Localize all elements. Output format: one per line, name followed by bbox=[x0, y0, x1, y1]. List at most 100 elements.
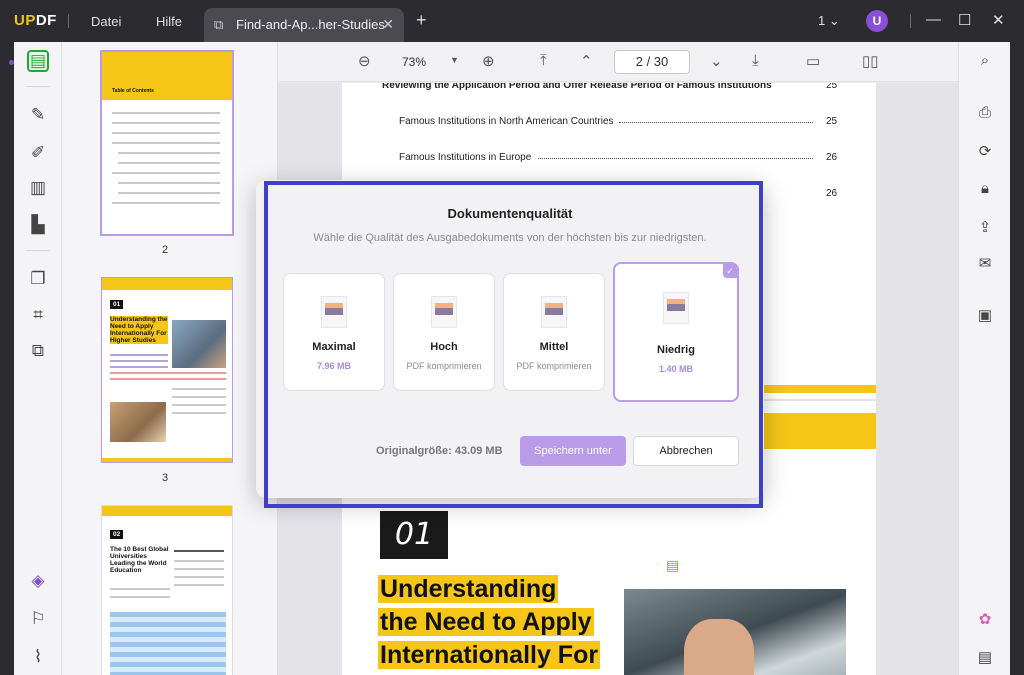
thumbnail-number: 2 bbox=[162, 244, 169, 256]
reader-icon[interactable]: ▤ bbox=[27, 50, 49, 72]
close-window-icon[interactable]: ✕ bbox=[992, 11, 1005, 29]
toc-entry[interactable]: Famous Institutions in North American Co… bbox=[399, 116, 614, 127]
thumb-line bbox=[172, 396, 226, 398]
left-tool-rail: ▤ ✎ ✐ ▥ ▙ ❐ ⌗ ⧉ ◈ ⚐ ⌇ bbox=[14, 42, 62, 675]
thumb-badge: 01 bbox=[110, 300, 124, 309]
attachment-icon[interactable]: ⌇ bbox=[27, 646, 49, 668]
thumb-line bbox=[112, 122, 220, 124]
thumb-line bbox=[174, 576, 224, 578]
next-page-icon[interactable]: ⌄ bbox=[710, 52, 723, 70]
tab-title: Find-and-Ap...her-Studies bbox=[236, 17, 385, 32]
close-tab-icon[interactable]: ✕ bbox=[382, 16, 394, 33]
thumb-line bbox=[110, 378, 226, 380]
thumb-line bbox=[118, 152, 220, 154]
minimize-icon[interactable]: — bbox=[926, 11, 941, 28]
add-tab-icon[interactable]: + bbox=[416, 10, 427, 31]
thumb-heading: The 10 Best Global Universities Leading … bbox=[110, 546, 169, 574]
maximize-icon[interactable]: ☐ bbox=[958, 11, 971, 29]
crop-icon[interactable]: ⌗ bbox=[27, 304, 49, 326]
thumb-line bbox=[112, 142, 220, 144]
hero-photo bbox=[624, 589, 846, 675]
divider bbox=[26, 86, 50, 87]
right-tool-rail: ⌕ ⎙ ⟳ 🔒︎ ⇪ ✉ ▣ ✿ ▤ bbox=[958, 42, 1010, 675]
zoom-dropdown-icon[interactable]: ▼ bbox=[450, 55, 459, 65]
thumb-line bbox=[112, 202, 220, 204]
thumb-photo bbox=[172, 320, 226, 368]
presentation-icon[interactable]: ▭ bbox=[806, 52, 820, 70]
toc-entry[interactable]: Famous Institutions in Europe bbox=[399, 152, 531, 163]
thumb-line bbox=[172, 404, 226, 406]
toc-page-number: 26 bbox=[826, 152, 838, 163]
comment-note-icon[interactable]: ▤ bbox=[666, 557, 679, 574]
thumb-line bbox=[172, 412, 226, 414]
form-icon[interactable]: ▥ bbox=[27, 177, 49, 199]
window-edge-left bbox=[0, 42, 14, 675]
toc-leader bbox=[538, 158, 813, 159]
zoom-in-icon[interactable]: ⊕ bbox=[482, 52, 495, 70]
ocr-icon[interactable]: ⎙ bbox=[976, 104, 994, 121]
thumbnail-number: 3 bbox=[162, 472, 169, 484]
protect-icon[interactable]: 🔒︎ bbox=[976, 180, 994, 197]
thumb-line bbox=[110, 366, 168, 368]
app-logo: UPDF bbox=[14, 12, 57, 29]
ai-assistant-icon[interactable]: ✿ bbox=[976, 610, 994, 628]
thumb-line bbox=[110, 360, 168, 362]
thumb-line bbox=[174, 560, 224, 562]
save-icon[interactable]: ▣ bbox=[976, 306, 994, 324]
thumb-line bbox=[110, 596, 170, 598]
email-icon[interactable]: ✉ bbox=[976, 254, 994, 272]
toc-leader bbox=[619, 122, 813, 123]
thumb-photo bbox=[110, 402, 166, 442]
document-tab[interactable]: ⧉ Find-and-Ap...her-Studies ✕ bbox=[204, 8, 404, 42]
zoom-level[interactable]: 73% bbox=[402, 55, 426, 69]
thumb-line bbox=[118, 182, 220, 184]
thumb-badge: 02 bbox=[110, 530, 124, 539]
highlight-frame bbox=[264, 181, 763, 508]
thumb-header bbox=[102, 506, 232, 516]
sign-icon[interactable]: ▙ bbox=[27, 214, 49, 236]
link-icon: ⧉ bbox=[214, 17, 224, 32]
thumb-line bbox=[118, 192, 220, 194]
first-page-icon[interactable]: ⤒ bbox=[540, 52, 547, 69]
avatar[interactable]: U bbox=[866, 10, 888, 32]
convert-icon[interactable]: ⟳ bbox=[976, 142, 994, 160]
menu-datei[interactable]: Datei bbox=[91, 14, 121, 29]
page-number-input[interactable]: 2 / 30 bbox=[614, 50, 690, 74]
toc-page-number: 26 bbox=[826, 188, 838, 199]
thumb-line bbox=[110, 588, 170, 590]
search-icon[interactable]: ⌕ bbox=[976, 52, 994, 69]
tools-icon[interactable]: ⧉ bbox=[27, 340, 49, 362]
thumb-line bbox=[112, 172, 220, 174]
thumb-line bbox=[112, 112, 220, 114]
thumbnail-page-3[interactable]: 01 Understanding the Need to Apply Inter… bbox=[102, 278, 232, 462]
bookmark-icon[interactable]: ⚐ bbox=[27, 608, 49, 630]
zoom-out-icon[interactable]: ⊖ bbox=[358, 52, 371, 70]
thumb-line bbox=[174, 550, 224, 552]
toc-entry[interactable]: Reviewing the Application Period and Off… bbox=[382, 83, 772, 91]
page-layout-icon[interactable]: ▯▯ bbox=[862, 52, 879, 70]
layers-icon[interactable]: ◈ bbox=[27, 570, 49, 592]
headline-line-1: Understanding bbox=[378, 575, 559, 603]
share-icon[interactable]: ⇪ bbox=[976, 218, 994, 236]
thumbnail-page-2[interactable]: Table of Contents bbox=[102, 52, 232, 234]
thumb-header bbox=[102, 278, 232, 290]
window-count[interactable]: 1 ⌄ bbox=[818, 13, 840, 29]
prev-page-icon[interactable]: ⌃ bbox=[580, 52, 593, 70]
thumb-heading: Understanding the Need to Apply Internat… bbox=[110, 316, 168, 344]
thumb-line bbox=[110, 354, 168, 356]
thumbnail-panel[interactable]: Table of Contents 2 01 Understanding the… bbox=[62, 42, 278, 675]
thumb-line bbox=[174, 584, 224, 586]
comment-tool-icon[interactable]: ✎ bbox=[27, 104, 49, 126]
toc-page-number: 25 bbox=[826, 116, 838, 127]
organize-pages-icon[interactable]: ❐ bbox=[27, 268, 49, 290]
last-page-icon[interactable]: ⤓ bbox=[752, 52, 759, 69]
menu-hilfe[interactable]: Hilfe bbox=[156, 14, 182, 29]
thumb-title: Table of Contents bbox=[112, 88, 154, 94]
thumbnail-page-4[interactable]: 02 The 10 Best Global Universities Leadi… bbox=[102, 506, 232, 675]
photo-person bbox=[684, 619, 754, 675]
chat-icon[interactable]: ▤ bbox=[976, 648, 994, 666]
section-number: 01 bbox=[378, 511, 448, 559]
thumb-table bbox=[110, 612, 226, 675]
thumb-line bbox=[112, 132, 220, 134]
edit-pdf-icon[interactable]: ✐ bbox=[27, 142, 49, 164]
